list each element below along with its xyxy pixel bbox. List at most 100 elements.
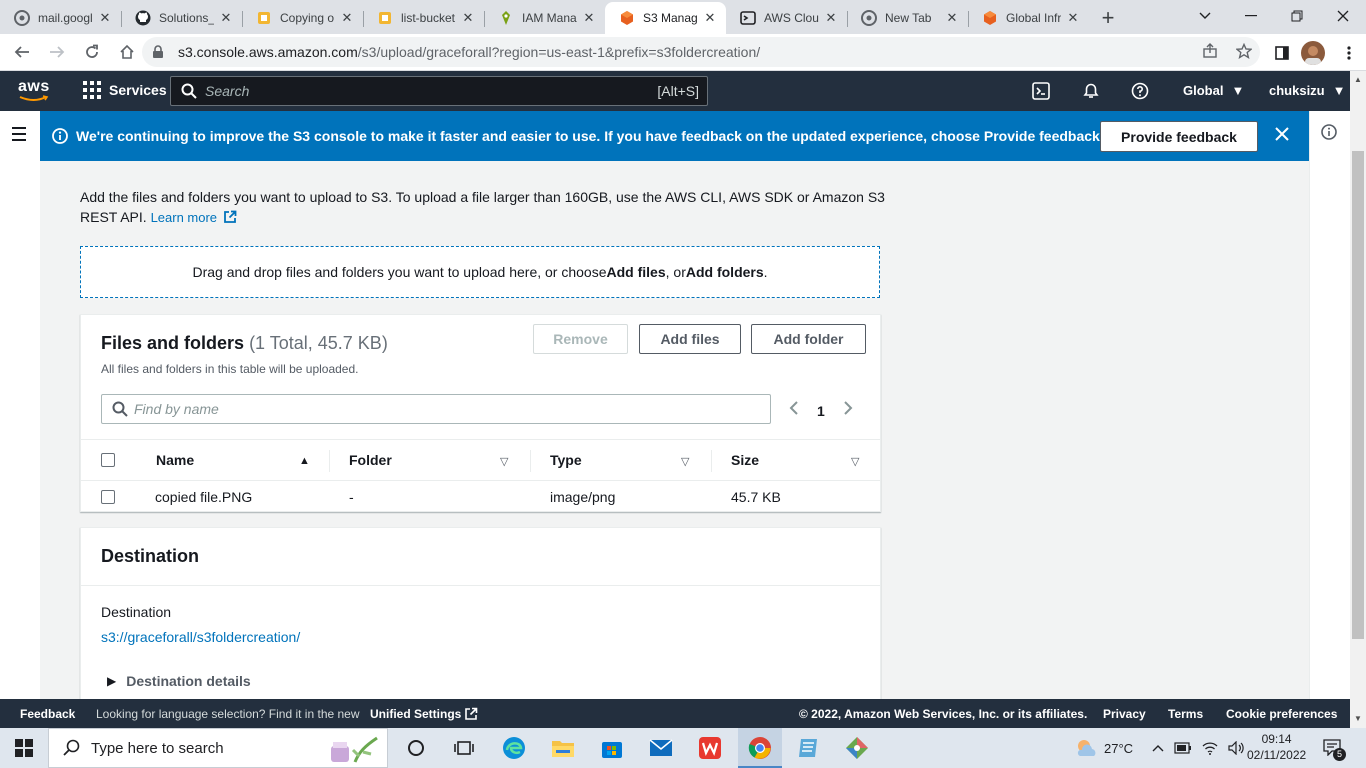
- close-icon[interactable]: [1274, 126, 1294, 146]
- close-icon[interactable]: ✕: [460, 10, 476, 26]
- browser-tab-active[interactable]: S3 Manage ✕: [605, 2, 726, 34]
- destination-details-toggle[interactable]: ▶ Destination details: [107, 673, 251, 689]
- back-icon[interactable]: [6, 36, 38, 68]
- side-panel-icon[interactable]: [1266, 37, 1298, 69]
- new-tab-button[interactable]: +: [1089, 2, 1127, 34]
- find-by-name[interactable]: [101, 394, 771, 424]
- row-checkbox[interactable]: [101, 490, 115, 504]
- page-scrollbar[interactable]: ▲ ▼: [1350, 71, 1366, 728]
- scroll-thumb[interactable]: [1352, 151, 1364, 639]
- aws-search[interactable]: [Alt+S]: [170, 76, 708, 106]
- window-close-icon[interactable]: [1320, 0, 1366, 32]
- column-header-folder[interactable]: Folder: [349, 440, 392, 480]
- remove-button[interactable]: Remove: [533, 324, 628, 354]
- upload-dropzone[interactable]: Drag and drop files and folders you want…: [80, 246, 880, 298]
- aws-logo[interactable]: aws: [18, 79, 52, 103]
- help-icon[interactable]: [1130, 81, 1150, 101]
- scroll-up-icon[interactable]: ▲: [1354, 75, 1362, 84]
- forward-icon[interactable]: [41, 36, 73, 68]
- close-icon[interactable]: ✕: [339, 10, 355, 26]
- wifi-icon[interactable]: [1202, 741, 1218, 755]
- page-number[interactable]: 1: [817, 403, 825, 419]
- menu-icon[interactable]: [12, 127, 26, 145]
- sort-icon[interactable]: ▽: [681, 455, 689, 468]
- find-by-name-input[interactable]: [134, 401, 770, 417]
- home-icon[interactable]: [111, 36, 143, 68]
- close-icon[interactable]: ✕: [702, 10, 718, 26]
- edge-icon[interactable]: [502, 736, 526, 760]
- privacy-link[interactable]: Privacy: [1103, 707, 1146, 721]
- close-icon[interactable]: ✕: [944, 10, 960, 26]
- close-icon[interactable]: ✕: [97, 10, 113, 26]
- minimize-icon[interactable]: [1228, 0, 1274, 32]
- close-icon[interactable]: ✕: [581, 10, 597, 26]
- destination-link[interactable]: s3://graceforall/s3foldercreation/: [101, 629, 300, 645]
- browser-tab[interactable]: IAM Mana ✕: [484, 2, 605, 34]
- taskbar-search[interactable]: Type here to search: [48, 728, 388, 768]
- chevron-right-icon[interactable]: [843, 400, 853, 421]
- browser-tab[interactable]: mail.googl ✕: [0, 2, 121, 34]
- browser-tab[interactable]: AWS Clouc ✕: [726, 2, 847, 34]
- browser-tab[interactable]: Copying o ✕: [242, 2, 363, 34]
- right-rail: [1309, 111, 1350, 699]
- region-menu[interactable]: Global ▼: [1183, 83, 1244, 98]
- restore-icon[interactable]: [1274, 0, 1320, 32]
- column-header-size[interactable]: Size: [731, 440, 759, 480]
- column-header-type[interactable]: Type: [550, 440, 582, 480]
- profile-avatar[interactable]: [1301, 41, 1325, 65]
- task-view-icon[interactable]: [452, 736, 476, 760]
- chrome-taskbar-active[interactable]: [738, 728, 782, 768]
- sort-icon[interactable]: ▽: [500, 455, 508, 468]
- wps-office-icon[interactable]: [698, 736, 722, 760]
- feedback-link[interactable]: Feedback: [20, 707, 75, 721]
- terms-link[interactable]: Terms: [1168, 707, 1203, 721]
- tab-search-icon[interactable]: [1182, 0, 1228, 32]
- windows-start-icon[interactable]: [12, 736, 36, 760]
- clock[interactable]: 09:14 02/11/2022: [1247, 731, 1306, 763]
- close-icon[interactable]: ✕: [218, 10, 234, 26]
- table-row[interactable]: copied file.PNG - image/png 45.7 KB: [81, 481, 880, 513]
- share-icon[interactable]: [1202, 43, 1218, 62]
- info-panel-icon[interactable]: [1321, 124, 1337, 140]
- account-menu[interactable]: chuksizu ▼: [1269, 83, 1346, 98]
- add-files-button[interactable]: Add files: [639, 324, 741, 354]
- reload-icon[interactable]: [76, 36, 108, 68]
- column-header-name[interactable]: Name: [156, 440, 194, 480]
- unified-settings-link[interactable]: Unified Settings: [370, 707, 478, 721]
- sort-icon[interactable]: ▽: [851, 455, 859, 468]
- volume-icon[interactable]: [1228, 741, 1244, 755]
- scroll-down-icon[interactable]: ▼: [1354, 714, 1362, 723]
- add-folder-button[interactable]: Add folder: [751, 324, 866, 354]
- notifications-bell-icon[interactable]: [1081, 81, 1101, 101]
- lock-icon[interactable]: [152, 45, 166, 59]
- browser-menu-icon[interactable]: [1333, 37, 1365, 69]
- chevron-up-icon[interactable]: [1152, 744, 1164, 752]
- file-explorer-icon[interactable]: [551, 736, 575, 760]
- learn-more-link[interactable]: Learn more: [151, 210, 237, 225]
- select-all-checkbox[interactable]: [101, 453, 115, 467]
- notes-app-icon[interactable]: [796, 736, 820, 760]
- services-menu[interactable]: Services: [83, 81, 167, 99]
- weather-widget[interactable]: 27°C: [1074, 728, 1133, 768]
- browser-tab[interactable]: Solutions_ ✕: [121, 2, 242, 34]
- aws-search-input[interactable]: [205, 83, 658, 99]
- bookmark-star-icon[interactable]: [1235, 42, 1253, 62]
- cloudshell-icon[interactable]: [1031, 81, 1051, 101]
- provide-feedback-button[interactable]: Provide feedback: [1100, 121, 1258, 152]
- chevron-left-icon[interactable]: [789, 400, 799, 421]
- microsoft-store-icon[interactable]: [600, 736, 624, 760]
- tab-title: Global Infr: [1006, 11, 1061, 25]
- close-icon[interactable]: ✕: [1065, 10, 1081, 26]
- sort-ascending-icon[interactable]: ▲: [299, 455, 310, 467]
- browser-tab[interactable]: Global Infr ✕: [968, 2, 1089, 34]
- cookie-preferences-link[interactable]: Cookie preferences: [1226, 707, 1337, 721]
- git-app-icon[interactable]: [845, 736, 869, 760]
- notification-center[interactable]: 5: [1322, 738, 1346, 761]
- browser-tab[interactable]: list-bucket ✕: [363, 2, 484, 34]
- cortana-icon[interactable]: [404, 736, 428, 760]
- browser-tab[interactable]: New Tab ✕: [847, 2, 968, 34]
- close-icon[interactable]: ✕: [823, 10, 839, 26]
- battery-icon[interactable]: [1174, 742, 1192, 754]
- mail-icon[interactable]: [649, 736, 673, 760]
- url-field[interactable]: s3.console.aws.amazon.com/s3/upload/grac…: [142, 37, 1260, 67]
